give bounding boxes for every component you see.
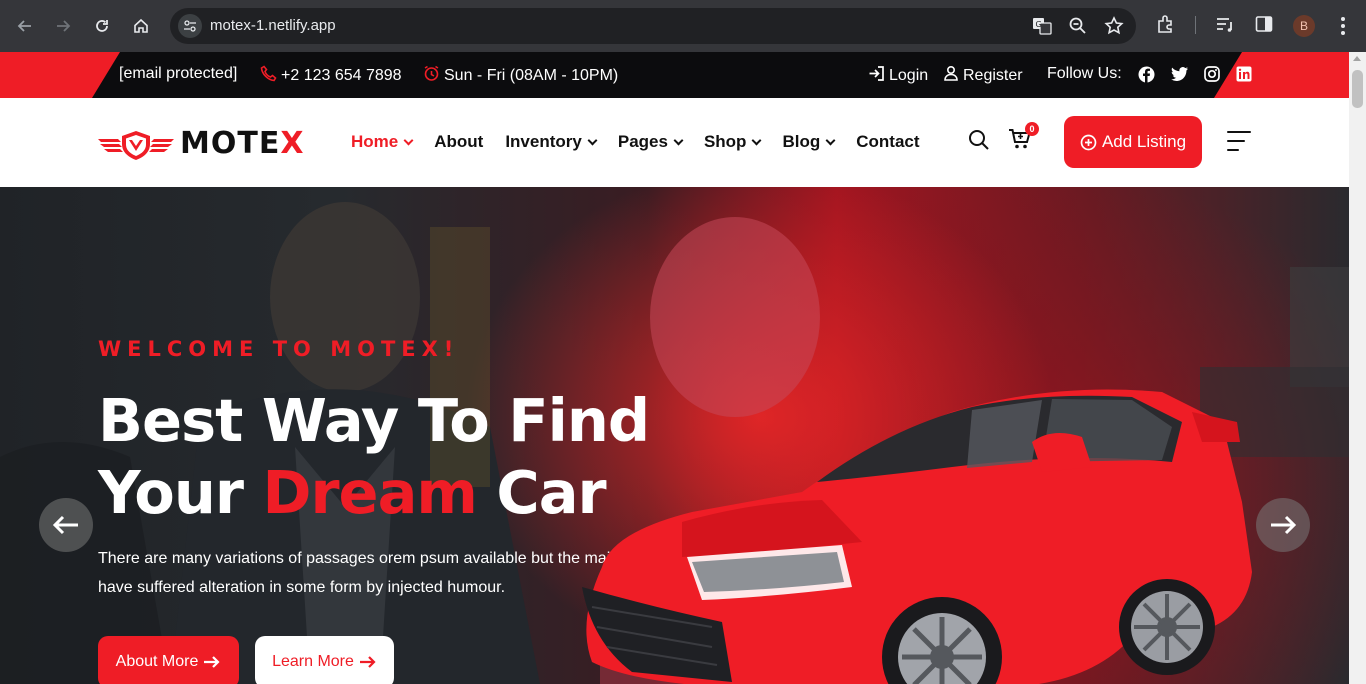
login-icon xyxy=(868,65,885,87)
hero-title-highlight: Dream xyxy=(262,458,477,527)
hero-title-line-1: Best Way To Find xyxy=(98,386,650,455)
arrow-left-icon xyxy=(52,515,78,535)
site-logo[interactable]: MOTEX xyxy=(98,126,304,161)
follow-us-text: Follow Us: xyxy=(1047,65,1122,82)
hero-car-image xyxy=(582,389,1252,684)
browser-menu-icon[interactable] xyxy=(1331,14,1355,38)
register-link[interactable]: Register xyxy=(943,65,1023,86)
chevron-down-icon xyxy=(403,135,414,145)
nav-item-shop[interactable]: Shop xyxy=(703,132,762,152)
nav-label: About xyxy=(434,132,484,151)
logo-text-main: MOTE xyxy=(180,126,281,161)
logo-text: MOTEX xyxy=(180,126,304,161)
topbar-hours: Sun - Fri (08AM - 10PM) xyxy=(423,65,618,86)
browser-toolbar: motex-1.netlify.app G B xyxy=(0,0,1366,52)
add-listing-button[interactable]: Add Listing xyxy=(1064,116,1202,168)
arrow-right-icon xyxy=(204,656,220,668)
user-icon xyxy=(943,65,959,86)
arrow-right-icon xyxy=(1271,515,1297,535)
about-more-label: About More xyxy=(115,653,199,670)
nav-item-pages[interactable]: Pages xyxy=(617,132,684,152)
main-nav: Home About Inventory Pages Shop Blog Con… xyxy=(351,132,942,152)
translate-icon[interactable]: G xyxy=(1032,16,1052,41)
phone-text[interactable]: +2 123 654 7898 xyxy=(281,67,402,85)
side-panel-icon[interactable] xyxy=(1254,14,1274,34)
top-info-bar: [email protected] +2 123 654 7898 Sun - … xyxy=(0,52,1349,98)
nav-item-inventory[interactable]: Inventory xyxy=(505,132,598,152)
add-listing-label: Add Listing xyxy=(1101,132,1187,151)
phone-icon xyxy=(260,65,277,86)
scroll-thumb[interactable] xyxy=(1352,70,1363,108)
instagram-icon[interactable] xyxy=(1203,65,1221,83)
nav-label: Inventory xyxy=(505,132,582,151)
arrow-right-icon xyxy=(359,656,376,668)
hero-slider: WELCOME TO MOTEX! Best Way To Find Your … xyxy=(0,187,1349,684)
login-link[interactable]: Login xyxy=(868,65,928,87)
topbar-email[interactable]: [email protected] xyxy=(119,65,237,83)
learn-more-button[interactable]: Learn More xyxy=(255,636,394,684)
nav-item-contact[interactable]: Contact xyxy=(856,132,919,152)
chevron-down-icon xyxy=(825,135,836,145)
home-icon[interactable] xyxy=(128,13,154,39)
topbar-phone[interactable]: +2 123 654 7898 xyxy=(260,65,402,86)
bookmark-star-icon[interactable] xyxy=(1104,16,1124,41)
chevron-down-icon xyxy=(587,135,598,145)
nav-item-about[interactable]: About xyxy=(434,132,483,152)
reading-list-icon[interactable] xyxy=(1215,14,1235,34)
twitter-icon[interactable] xyxy=(1171,65,1189,83)
hero-title-line-2: Your Dream Car xyxy=(98,457,649,529)
nav-label: Blog xyxy=(782,132,821,151)
svg-text:G: G xyxy=(1036,20,1042,29)
logo-text-accent: X xyxy=(280,126,305,161)
zoom-icon[interactable] xyxy=(1068,16,1088,41)
email-text[interactable]: [email protected] xyxy=(119,65,237,83)
clock-icon xyxy=(423,65,440,86)
page-scrollbar[interactable] xyxy=(1349,52,1366,684)
hero-title: Best Way To Find Your Dream Car xyxy=(98,385,650,529)
back-icon[interactable] xyxy=(12,13,38,39)
hero-subtitle: WELCOME TO MOTEX! xyxy=(98,337,460,361)
profile-avatar[interactable]: B xyxy=(1293,15,1315,37)
login-label[interactable]: Login xyxy=(889,67,928,85)
nav-item-blog[interactable]: Blog xyxy=(782,132,836,152)
plus-circle-icon xyxy=(1080,134,1097,150)
learn-more-label: Learn More xyxy=(272,653,354,670)
hours-text: Sun - Fri (08AM - 10PM) xyxy=(444,66,619,84)
about-more-button[interactable]: About More xyxy=(98,636,239,684)
hamburger-menu-icon[interactable] xyxy=(1227,131,1251,158)
follow-us-label: Follow Us: xyxy=(1047,65,1122,83)
chevron-down-icon xyxy=(673,135,684,145)
chevron-down-icon xyxy=(752,135,762,145)
nav-item-home[interactable]: Home xyxy=(351,132,414,152)
address-bar[interactable]: motex-1.netlify.app G xyxy=(170,8,1136,44)
linkedin-icon[interactable] xyxy=(1235,65,1253,83)
url-text: motex-1.netlify.app xyxy=(210,17,336,34)
scroll-up-arrow-icon[interactable] xyxy=(1353,56,1361,61)
hero-title-part: Your xyxy=(98,458,263,527)
site-info-icon[interactable] xyxy=(178,14,202,38)
toolbar-divider xyxy=(1195,16,1196,34)
nav-label: Shop xyxy=(703,132,747,151)
page-viewport: [email protected] +2 123 654 7898 Sun - … xyxy=(0,52,1349,684)
search-icon[interactable] xyxy=(968,129,990,156)
site-header: MOTEX Home About Inventory Pages Shop Bl… xyxy=(0,98,1349,187)
forward-icon[interactable] xyxy=(50,13,76,39)
reload-icon[interactable] xyxy=(89,13,115,39)
nav-label: Pages xyxy=(617,132,668,151)
nav-label: Contact xyxy=(856,132,920,151)
slider-prev-button[interactable] xyxy=(39,498,93,552)
slider-next-button[interactable] xyxy=(1256,498,1310,552)
facebook-icon[interactable] xyxy=(1137,65,1155,83)
cart-count-badge: 0 xyxy=(1025,122,1039,136)
extensions-icon[interactable] xyxy=(1156,14,1176,34)
register-label[interactable]: Register xyxy=(963,67,1023,85)
logo-emblem-icon xyxy=(98,130,174,160)
nav-label: Home xyxy=(351,132,399,151)
